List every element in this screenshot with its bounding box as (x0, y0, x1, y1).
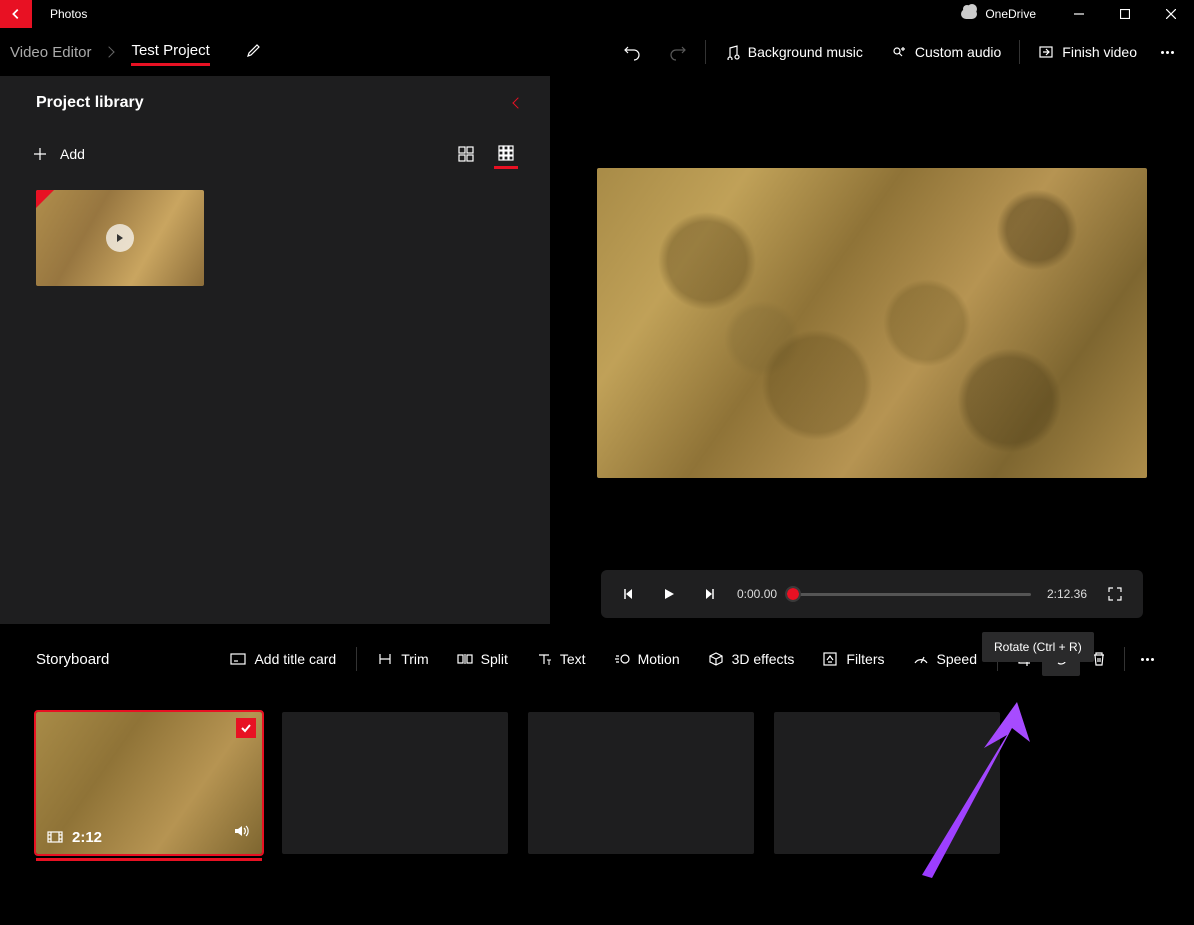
storyboard-empty-slot[interactable] (282, 712, 508, 854)
seek-thumb[interactable] (787, 588, 799, 600)
library-clip-thumbnail[interactable] (36, 190, 204, 286)
speed-button[interactable]: Speed (899, 643, 991, 675)
custom-audio-button[interactable]: Custom audio (877, 36, 1015, 68)
minimize-button[interactable] (1056, 0, 1102, 28)
3d-effects-button[interactable]: 3D effects (694, 643, 809, 675)
chevron-right-icon (104, 46, 115, 57)
next-frame-button[interactable] (697, 582, 721, 606)
speed-label: Speed (937, 651, 977, 667)
separator (1124, 647, 1125, 671)
storyboard-clip[interactable]: 2:12 (36, 712, 262, 854)
breadcrumb: Video Editor Test Project (10, 38, 262, 66)
edit-icon[interactable] (246, 42, 262, 62)
storyboard-title: Storyboard (36, 651, 109, 668)
storyboard-empty-slot[interactable] (528, 712, 754, 854)
storyboard-empty-slot[interactable] (774, 712, 1000, 854)
add-label: Add (60, 146, 85, 162)
volume-icon[interactable] (232, 821, 252, 846)
separator (1019, 40, 1020, 64)
close-button[interactable] (1148, 0, 1194, 28)
fullscreen-button[interactable] (1103, 582, 1127, 606)
split-button[interactable]: Split (443, 643, 522, 675)
maximize-button[interactable] (1102, 0, 1148, 28)
current-time: 0:00.00 (737, 587, 777, 601)
storyboard-more-button[interactable] (1131, 650, 1164, 669)
total-time: 2:12.36 (1047, 587, 1087, 601)
more-button[interactable] (1151, 43, 1184, 62)
bg-music-label: Background music (748, 44, 863, 60)
undo-button[interactable] (609, 35, 655, 69)
play-overlay-icon (106, 224, 134, 252)
add-title-card-button[interactable]: Add title card (216, 643, 350, 675)
view-large-button[interactable] (454, 142, 478, 166)
finish-label: Finish video (1062, 44, 1137, 60)
filters-label: Filters (846, 651, 884, 667)
text-label: Text (560, 651, 586, 667)
text-button[interactable]: Text (522, 643, 600, 675)
split-label: Split (481, 651, 508, 667)
storyboard-clips: 2:12 (36, 712, 1164, 854)
top-toolbar: Video Editor Test Project Background mus… (0, 28, 1194, 76)
rotate-tooltip: Rotate (Ctrl + R) (982, 632, 1094, 662)
separator (356, 647, 357, 671)
preview-area: 0:00.00 2:12.36 (550, 76, 1194, 624)
collapse-chevron-icon[interactable] (514, 94, 522, 112)
cloud-icon (961, 9, 977, 19)
app-name: Photos (50, 7, 87, 21)
3d-effects-label: 3D effects (732, 651, 795, 667)
check-icon (236, 718, 256, 738)
onedrive-label: OneDrive (985, 7, 1036, 21)
trim-button[interactable]: Trim (363, 643, 442, 675)
separator (705, 40, 706, 64)
finish-video-button[interactable]: Finish video (1024, 36, 1151, 68)
add-media-button[interactable]: Add (32, 146, 85, 162)
project-name[interactable]: Test Project (131, 38, 209, 66)
filters-button[interactable]: Filters (808, 643, 898, 675)
redo-button[interactable] (655, 35, 701, 69)
seek-track[interactable] (793, 593, 1031, 596)
onedrive-status[interactable]: OneDrive (961, 7, 1036, 21)
motion-button[interactable]: Motion (600, 643, 694, 675)
background-music-button[interactable]: Background music (710, 36, 877, 68)
play-button[interactable] (657, 582, 681, 606)
project-library-panel: Project library Add (0, 76, 550, 624)
breadcrumb-root[interactable]: Video Editor (10, 44, 91, 61)
main-area: Project library Add (0, 76, 1194, 624)
prev-frame-button[interactable] (617, 582, 641, 606)
player-controls: 0:00.00 2:12.36 (601, 570, 1143, 618)
title-bar: Photos OneDrive (0, 0, 1194, 28)
custom-audio-label: Custom audio (915, 44, 1001, 60)
library-title: Project library (36, 94, 144, 112)
video-icon (46, 828, 64, 846)
video-preview[interactable] (597, 168, 1147, 478)
clip-duration: 2:12 (72, 829, 102, 846)
motion-label: Motion (638, 651, 680, 667)
back-button[interactable] (0, 0, 32, 28)
add-title-card-label: Add title card (254, 651, 336, 667)
trim-label: Trim (401, 651, 428, 667)
